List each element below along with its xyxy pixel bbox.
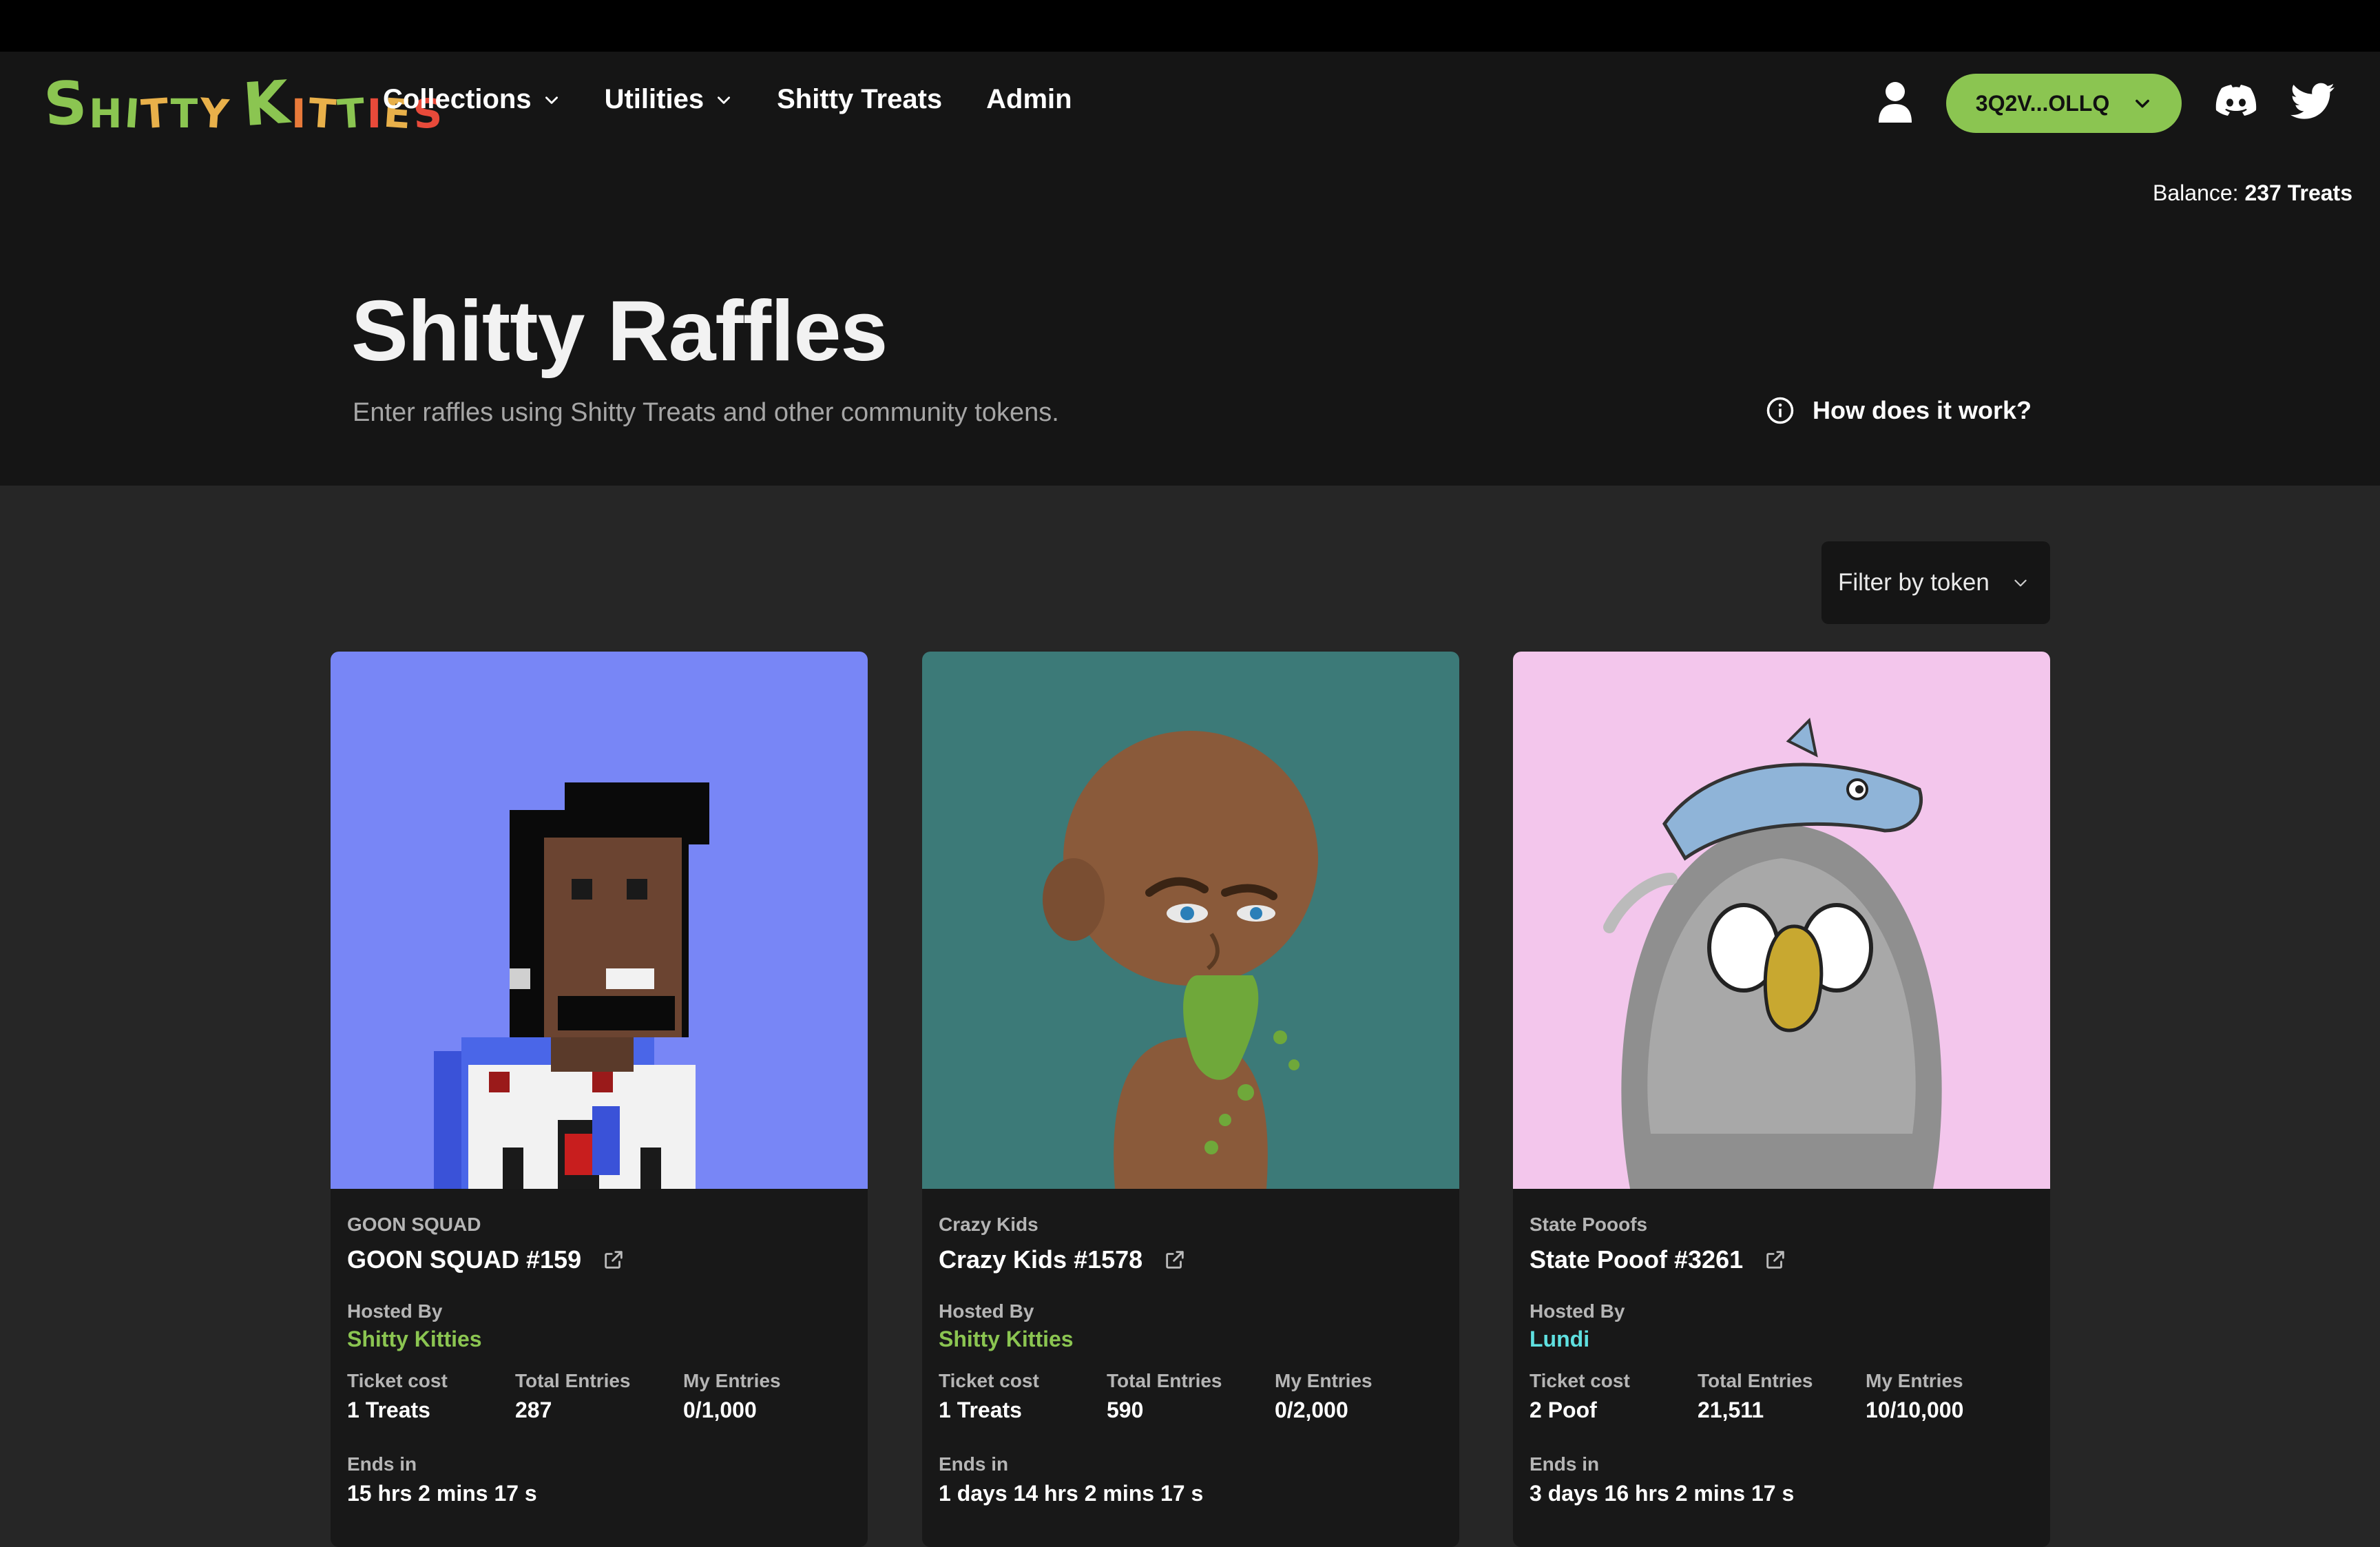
my-entries-value: 10/10,000 [1866, 1398, 1964, 1422]
total-entries-label: Total Entries [1107, 1370, 1222, 1391]
nft-image-state-pooofs [1513, 652, 2050, 1189]
chevron-down-icon [545, 96, 558, 104]
logo-letter: T [170, 90, 199, 137]
collection-name: GOON SQUAD [347, 1214, 481, 1235]
ends-in-value: 3 days 16 hrs 2 mins 17 s [1530, 1481, 1795, 1506]
nft-title: Crazy Kids #1578 [939, 1245, 1143, 1274]
ticket-cost-label: Ticket cost [347, 1370, 448, 1391]
logo-letter: I [366, 90, 383, 137]
user-icon[interactable] [1877, 81, 1913, 124]
hosted-by-label: Hosted By [347, 1300, 443, 1322]
total-entries-value: 590 [1107, 1398, 1144, 1422]
nav-admin[interactable]: Admin [986, 84, 1072, 115]
external-link-icon[interactable] [1764, 1248, 1787, 1271]
nav-shitty-treats[interactable]: Shitty Treats [777, 84, 942, 115]
chevron-down-icon [2014, 579, 2027, 587]
nav-collections-label: Collections [383, 84, 532, 114]
logo-letter: Y [198, 89, 231, 138]
ticket-cost-label: Ticket cost [1530, 1370, 1630, 1391]
page-title: Shitty Raffles [351, 284, 888, 379]
ticket-cost-value: 2 Poof [1530, 1398, 1597, 1422]
ends-in-label: Ends in [1530, 1453, 1600, 1475]
filter-by-token-select[interactable]: Filter by token [1821, 541, 2050, 624]
hosted-by-label: Hosted By [1530, 1300, 1625, 1322]
host-name[interactable]: Shitty Kitties [939, 1327, 1443, 1352]
logo-letter: T [335, 89, 367, 138]
logo-letter: K [240, 68, 293, 141]
ticket-cost-value: 1 Treats [939, 1398, 1022, 1422]
nft-title: GOON SQUAD #159 [347, 1245, 582, 1274]
logo-letter: T [306, 89, 338, 138]
raffle-card[interactable]: Crazy Kids Crazy Kids #1578 Hosted By Sh… [922, 652, 1459, 1547]
chevron-down-icon [2136, 99, 2150, 108]
external-link-icon[interactable] [602, 1248, 625, 1271]
twitter-icon[interactable] [2290, 83, 2335, 120]
collection-name: State Pooofs [1530, 1214, 1648, 1235]
my-entries-label: My Entries [1866, 1370, 1963, 1391]
ticket-cost-label: Ticket cost [939, 1370, 1039, 1391]
balance-label: Balance: [2153, 180, 2239, 205]
logo-letter: T [139, 89, 171, 138]
cartoon-bird-image [1603, 717, 1942, 1189]
nav-admin-label: Admin [986, 84, 1072, 114]
nft-image-goon-squad [331, 652, 868, 1189]
info-icon [1766, 397, 1794, 424]
total-entries-value: 21,511 [1698, 1398, 1764, 1422]
chevron-down-icon [718, 96, 731, 104]
browser-top-bar [0, 0, 2380, 52]
hosted-by-label: Hosted By [939, 1300, 1034, 1322]
nav-utilities-label: Utilities [604, 84, 704, 114]
total-entries-label: Total Entries [515, 1370, 631, 1391]
ends-in-value: 1 days 14 hrs 2 mins 17 s [939, 1481, 1204, 1506]
wallet-button[interactable]: 3Q2V...OLLQ [1946, 74, 2182, 133]
external-link-icon[interactable] [1163, 1248, 1187, 1271]
ends-in-label: Ends in [347, 1453, 417, 1475]
how-link-label: How does it work? [1813, 396, 2032, 424]
discord-icon[interactable] [2215, 84, 2257, 118]
main-nav: Collections Utilities Shitty Treats Admi… [383, 84, 1072, 115]
logo-letter: S [41, 68, 90, 141]
host-name[interactable]: Lundi [1530, 1327, 2034, 1352]
logo-letter: H [88, 90, 123, 137]
ends-in-label: Ends in [939, 1453, 1009, 1475]
my-entries-label: My Entries [1275, 1370, 1372, 1391]
page-subtitle: Enter raffles using Shitty Treats and ot… [353, 398, 1059, 427]
raffle-card[interactable]: State Pooofs State Pooof #3261 Hosted By… [1513, 652, 2050, 1547]
balance-value: 237 Treats [2244, 180, 2352, 205]
my-entries-label: My Entries [683, 1370, 781, 1391]
how-does-it-work-link[interactable]: How does it work? [1766, 396, 2032, 425]
cartoon-kid-image [1043, 731, 1318, 1189]
total-entries-value: 287 [515, 1398, 552, 1422]
nft-image-crazy-kids [922, 652, 1459, 1189]
my-entries-value: 0/1,000 [683, 1398, 757, 1422]
pixel-art-character-image [434, 782, 709, 1189]
logo-letter: I [123, 90, 142, 138]
treats-balance: Balance: 237 Treats [2153, 180, 2352, 206]
total-entries-label: Total Entries [1698, 1370, 1813, 1391]
my-entries-value: 0/2,000 [1275, 1398, 1348, 1422]
ticket-cost-value: 1 Treats [347, 1398, 430, 1422]
host-name[interactable]: Shitty Kitties [347, 1327, 851, 1352]
raffle-card[interactable]: GOON SQUAD GOON SQUAD #159 Hosted By Shi… [331, 652, 868, 1547]
ends-in-value: 15 hrs 2 mins 17 s [347, 1481, 537, 1506]
nav-collections[interactable]: Collections [383, 84, 561, 115]
nft-title: State Pooof #3261 [1530, 1245, 1744, 1274]
filter-label: Filter by token [1838, 569, 1990, 596]
wallet-address: 3Q2V...OLLQ [1975, 90, 2110, 116]
nav-treats-label: Shitty Treats [777, 84, 943, 114]
nav-utilities[interactable]: Utilities [605, 84, 733, 115]
collection-name: Crazy Kids [939, 1214, 1038, 1235]
logo-letter: I [291, 90, 307, 137]
